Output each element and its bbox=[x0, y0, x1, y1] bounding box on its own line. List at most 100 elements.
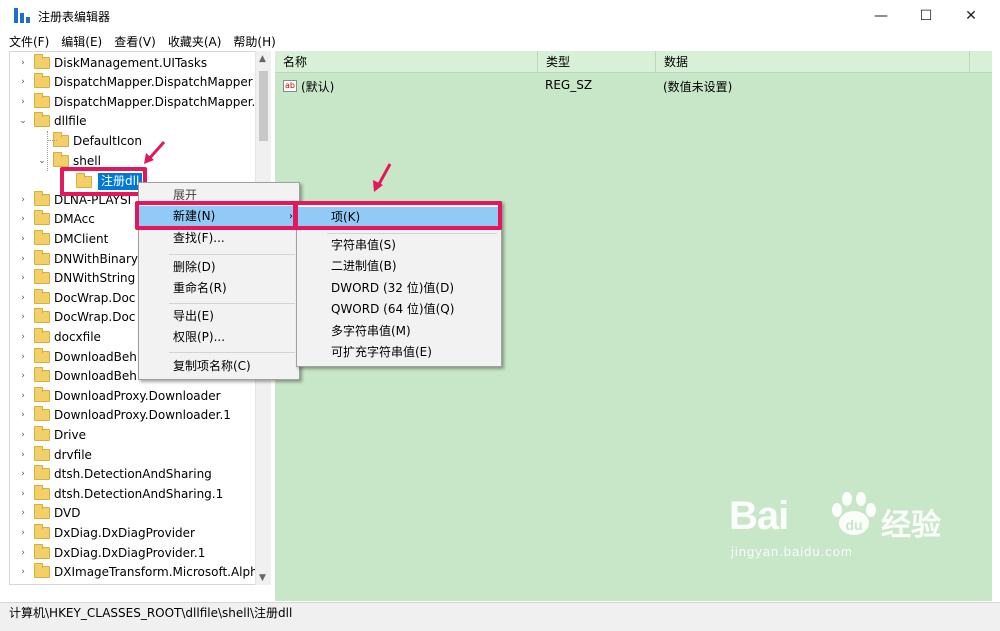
maximize-icon: ☐ bbox=[919, 7, 933, 24]
folder-icon bbox=[34, 543, 50, 559]
menu-item-string-value[interactable]: 字符串值(S) bbox=[297, 235, 501, 256]
collapsed-arrow-icon[interactable]: › bbox=[18, 234, 28, 244]
collapsed-arrow-icon[interactable]: › bbox=[18, 567, 28, 577]
menu-item-find[interactable]: 查找(F)... bbox=[139, 228, 299, 249]
collapsed-arrow-icon[interactable]: › bbox=[18, 450, 28, 460]
folder-icon bbox=[34, 406, 50, 422]
menu-item-export[interactable]: 导出(E) bbox=[139, 306, 299, 327]
tree-item[interactable]: › dtsh.DetectionAndSharing.1 bbox=[18, 484, 223, 503]
watermark-bai: Bai bbox=[729, 494, 789, 538]
collapsed-arrow-icon[interactable]: › bbox=[18, 548, 28, 558]
menu-item-qword-value[interactable]: QWORD (64 位)值(Q) bbox=[297, 299, 501, 320]
collapsed-arrow-icon[interactable]: › bbox=[18, 214, 28, 224]
collapsed-arrow-icon[interactable]: › bbox=[18, 254, 28, 264]
folder-icon bbox=[53, 151, 69, 167]
collapsed-arrow-icon[interactable]: › bbox=[18, 58, 28, 68]
baidu-watermark: Bai du 经验 jingyan.baidu.com bbox=[729, 476, 974, 566]
tree-item[interactable]: › DocWrap.Doc bbox=[18, 288, 135, 307]
close-button[interactable]: ✕ bbox=[948, 0, 994, 31]
tree-item-label: 注册dll bbox=[98, 173, 143, 190]
maximize-button[interactable]: ☐ bbox=[903, 0, 949, 31]
tree-item[interactable]: › DownloadProxy.Downloader.1 bbox=[18, 406, 231, 425]
tree-item[interactable]: › DispatchMapper.DispatchMapper bbox=[18, 73, 253, 92]
folder-icon bbox=[34, 327, 50, 343]
tree-item[interactable]: › DXImageTransform.Microsoft.Alph bbox=[18, 563, 258, 582]
tree-connector bbox=[47, 131, 48, 171]
tree-item-selected[interactable]: 注册dll bbox=[60, 167, 147, 196]
tree-item[interactable]: › DownloadProxy.Downloader bbox=[18, 386, 221, 405]
collapsed-arrow-icon[interactable]: › bbox=[18, 391, 28, 401]
tree-item[interactable]: › DxDiag.DxDiagProvider.1 bbox=[18, 543, 205, 562]
menu-item-permissions[interactable]: 权限(P)... bbox=[139, 327, 299, 348]
collapsed-arrow-icon[interactable]: › bbox=[18, 195, 28, 205]
menu-item-expandable-string-value[interactable]: 可扩充字符串值(E) bbox=[297, 342, 501, 363]
menu-item-binary-value[interactable]: 二进制值(B) bbox=[297, 256, 501, 277]
collapsed-arrow-icon[interactable]: › bbox=[18, 312, 28, 322]
menu-item-copy-key-name[interactable]: 复制项名称(C) bbox=[139, 356, 299, 377]
menu-item-rename[interactable]: 重命名(R) bbox=[139, 278, 299, 299]
tree-item[interactable]: › drvfile bbox=[18, 445, 92, 464]
menu-favorites[interactable]: 收藏夹(A) bbox=[168, 33, 222, 50]
watermark-url: jingyan.baidu.com bbox=[731, 544, 853, 559]
collapsed-arrow-icon[interactable]: › bbox=[18, 469, 28, 479]
scroll-thumb[interactable] bbox=[259, 71, 268, 141]
collapsed-arrow-icon[interactable]: › bbox=[18, 430, 28, 440]
menu-help[interactable]: 帮助(H) bbox=[233, 33, 275, 50]
column-data[interactable]: 数据 bbox=[656, 51, 970, 73]
folder-icon bbox=[34, 92, 50, 108]
title-bar: 注册表编辑器 — ☐ ✕ bbox=[0, 0, 1000, 31]
tree-item[interactable]: › DocWrap.Doc bbox=[18, 308, 135, 327]
tree-item[interactable]: › DiskManagement.UITasks bbox=[18, 53, 207, 72]
folder-icon bbox=[34, 249, 50, 265]
watermark-jingyan: 经验 bbox=[881, 508, 941, 543]
tree-item[interactable]: › DMAcc bbox=[18, 210, 95, 229]
tree-item-label: DownloadBeh bbox=[54, 349, 137, 364]
collapsed-arrow-icon[interactable]: › bbox=[18, 352, 28, 362]
value-row[interactable]: ab (默认) REG_SZ (数值未设置) bbox=[275, 76, 992, 96]
column-name[interactable]: 名称 bbox=[275, 51, 538, 73]
collapsed-arrow-icon[interactable]: › bbox=[18, 332, 28, 342]
tree-item[interactable]: › DownloadBeh bbox=[18, 347, 137, 366]
minimize-button[interactable]: — bbox=[858, 0, 904, 31]
string-value-icon: ab bbox=[283, 80, 297, 92]
expanded-arrow-icon[interactable]: ⌄ bbox=[37, 156, 47, 166]
tree-item-label: DMClient bbox=[54, 231, 109, 246]
tree-item[interactable]: › DownloadBeh bbox=[18, 367, 137, 386]
tree-item[interactable]: › DispatchMapper.DispatchMapper. bbox=[18, 92, 255, 111]
expanded-arrow-icon[interactable]: ⌄ bbox=[18, 116, 28, 126]
tree-item[interactable]: › docxfile bbox=[18, 327, 101, 346]
scroll-down-icon[interactable]: ▼ bbox=[259, 573, 266, 583]
column-type[interactable]: 类型 bbox=[538, 51, 656, 73]
tree-item[interactable]: › dtsh.DetectionAndSharing bbox=[18, 465, 212, 484]
tree-item[interactable]: › DVD bbox=[18, 504, 80, 523]
tree-item[interactable]: ⌄ dllfile bbox=[18, 112, 87, 131]
menu-item-dword-value[interactable]: DWORD (32 位)值(D) bbox=[297, 278, 501, 299]
collapsed-arrow-icon[interactable]: › bbox=[18, 273, 28, 283]
collapsed-arrow-icon[interactable]: › bbox=[18, 77, 28, 87]
scroll-up-icon[interactable]: ▲ bbox=[259, 54, 266, 64]
collapsed-arrow-icon[interactable]: › bbox=[18, 410, 28, 420]
tree-item[interactable]: › DMClient bbox=[18, 229, 108, 248]
folder-icon bbox=[76, 172, 92, 188]
tree-connector bbox=[47, 140, 57, 141]
tree-item[interactable]: › DNWithString bbox=[18, 269, 135, 288]
collapsed-arrow-icon[interactable]: › bbox=[18, 371, 28, 381]
collapsed-arrow-icon[interactable]: › bbox=[18, 293, 28, 303]
menu-file[interactable]: 文件(F) bbox=[9, 33, 49, 50]
highlight-box-key bbox=[294, 201, 502, 230]
menu-item-multi-string-value[interactable]: 多字符串值(M) bbox=[297, 321, 501, 342]
menu-item-delete[interactable]: 删除(D) bbox=[139, 257, 299, 278]
value-data: (数值未设置) bbox=[663, 80, 733, 94]
menu-separator bbox=[169, 254, 295, 255]
collapsed-arrow-icon[interactable]: › bbox=[18, 97, 28, 107]
tree-item[interactable]: › DxDiag.DxDiagProvider bbox=[18, 523, 195, 542]
menu-view[interactable]: 查看(V) bbox=[114, 33, 156, 50]
collapsed-arrow-icon[interactable]: › bbox=[18, 528, 28, 538]
tree-item[interactable]: › Drive bbox=[18, 425, 86, 444]
collapsed-arrow-icon[interactable]: › bbox=[18, 508, 28, 518]
tree-item-label: DocWrap.Doc bbox=[54, 310, 136, 325]
highlight-box-new bbox=[135, 201, 297, 230]
menu-edit[interactable]: 编辑(E) bbox=[61, 33, 102, 50]
collapsed-arrow-icon[interactable]: › bbox=[18, 489, 28, 499]
tree-item[interactable]: › DNWithBinary bbox=[18, 249, 138, 268]
